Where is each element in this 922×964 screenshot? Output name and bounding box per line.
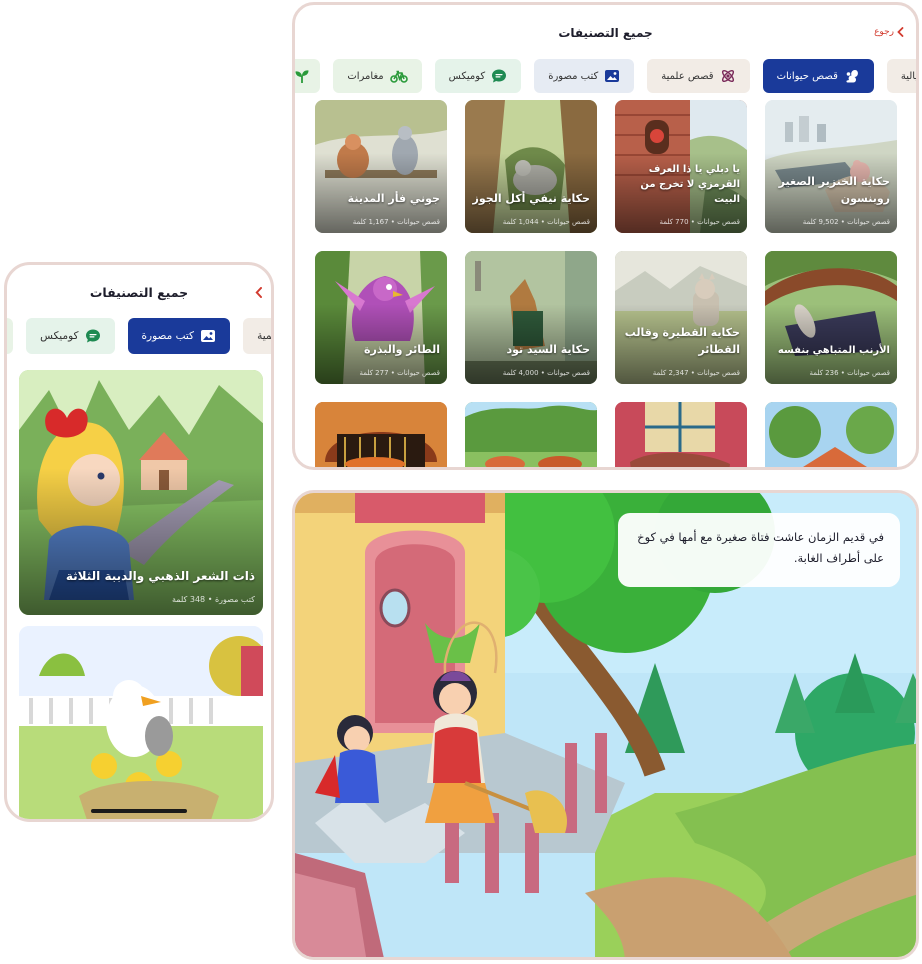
- chip-label: قصص علمية: [661, 70, 714, 82]
- chat-bubble-icon: [85, 328, 101, 344]
- story-list: ذات الشعر الذهبي والدببة الثلاثة كتب مصو…: [19, 370, 263, 819]
- story-cover-image: [19, 626, 263, 819]
- story-meta: قصص حيوانات • 2,347 كلمة: [652, 369, 740, 377]
- home-indicator: [91, 809, 187, 813]
- chip-label: قصص علمية: [257, 330, 272, 342]
- story-cover-image: [315, 402, 447, 467]
- chevron-left-icon: [897, 27, 904, 37]
- chip-comics[interactable]: كوميكس: [434, 59, 522, 93]
- chip-label: قصص حيوانات: [776, 70, 838, 82]
- story-meta: قصص حيوانات • 1,167 كلمة: [352, 218, 440, 226]
- chip-animal-stories[interactable]: قصص حيوانات: [762, 59, 874, 93]
- story-card[interactable]: حكاية نيفي أكل الجوز قصص حيوانات • 1,044…: [465, 100, 597, 233]
- story-card[interactable]: [465, 402, 597, 467]
- story-title: ذات الشعر الذهبي والدببة الثلاثة: [65, 569, 255, 584]
- chip-picture-books[interactable]: كتب مصورة: [534, 59, 635, 93]
- phone-category-screen: جميع التصنيفات قصص علمية كتب مصورة كوميك…: [4, 262, 274, 822]
- story-card[interactable]: يا دبلي يا ذا العرف القرمزي لا تخرج من ا…: [615, 100, 747, 233]
- story-meta: قصص حيوانات • 1,044 كلمة: [502, 218, 590, 226]
- story-card[interactable]: ذات الشعر الذهبي والدببة الثلاثة كتب مصو…: [19, 370, 263, 615]
- back-label: رجوع: [874, 27, 894, 37]
- story-title: يا دبلي يا ذا العرف القرمزي لا تخرج من ا…: [640, 164, 740, 205]
- page-title: جميع التصنيفات: [89, 285, 189, 300]
- page-title: جميع التصنيفات: [558, 26, 653, 40]
- chevron-left-icon: [255, 287, 263, 298]
- story-meta: قصص حيوانات • 4,000 كلمة: [502, 369, 590, 377]
- chip-label: كتب مصورة: [548, 70, 599, 82]
- back-button[interactable]: [255, 287, 263, 298]
- story-card[interactable]: الطائر والبذرة قصص حيوانات • 277 كلمة: [315, 251, 447, 384]
- story-card[interactable]: حكاية الخنزير الصغير روبنسون قصص حيوانات…: [765, 100, 897, 233]
- story-title: الطائر والبذرة: [364, 342, 440, 356]
- phone-header: جميع التصنيفات: [7, 265, 271, 315]
- sprout-icon: [295, 68, 310, 84]
- chip-science-stories[interactable]: قصص علمية: [243, 318, 272, 354]
- story-card[interactable]: [765, 402, 897, 467]
- story-title: حكاية نيفي أكل الجوز: [472, 191, 590, 205]
- bicycle-icon: [389, 69, 408, 83]
- chip-label: كوميكس: [448, 70, 486, 82]
- chip-science-stories[interactable]: قصص علمية: [647, 59, 750, 93]
- story-cover-image: [765, 402, 897, 467]
- story-card[interactable]: [19, 626, 263, 819]
- tablet-header: جميع التصنيفات رجوع: [295, 5, 916, 55]
- tablet-category-screen: جميع التصنيفات رجوع تاريخية خيالية قصص ح…: [292, 2, 919, 470]
- category-chips: تاريخية خيالية قصص حيوانات قصص علمية كتب…: [295, 59, 919, 93]
- story-title: حكاية السيد تود: [506, 342, 590, 356]
- chip-label: كتب مصورة: [141, 330, 195, 342]
- atom-icon: [720, 68, 736, 84]
- story-reader-screen[interactable]: في قديم الزمان عاشت فتاة صغيرة مع أمها ف…: [292, 490, 919, 960]
- story-text-bubble: في قديم الزمان عاشت فتاة صغيرة مع أمها ف…: [618, 513, 900, 587]
- story-title: جوني فأر المدينة: [347, 191, 440, 205]
- picture-icon: [604, 69, 620, 83]
- story-cover-image: [615, 402, 747, 467]
- squirrel-icon: [844, 68, 860, 84]
- chip-label: تاريخية خيالية: [900, 70, 919, 82]
- cover-gradient: [19, 468, 263, 615]
- story-title: حكاية القطيرة وقالب القطائر: [624, 325, 740, 356]
- chip-picture-books[interactable]: كتب مصورة: [127, 318, 231, 354]
- chip-nature[interactable]: [295, 59, 321, 93]
- category-chips: قصص علمية كتب مصورة كوميكس: [7, 318, 272, 354]
- chip-label: مغامرات: [347, 70, 384, 82]
- story-card[interactable]: حكاية القطيرة وقالب القطائر قصص حيوانات …: [615, 251, 747, 384]
- story-text: في قديم الزمان عاشت فتاة صغيرة مع أمها ف…: [637, 530, 884, 565]
- story-cover-image: [465, 402, 597, 467]
- chip-label: كوميكس: [40, 330, 79, 342]
- picture-icon: [200, 329, 216, 343]
- chip-comics[interactable]: كوميكس: [26, 318, 115, 354]
- story-title: الأرنب المتباهي بنفسه: [777, 344, 890, 356]
- story-card[interactable]: [615, 402, 747, 467]
- story-card[interactable]: الأرنب المتباهي بنفسه قصص حيوانات • 236 …: [765, 251, 897, 384]
- back-button[interactable]: رجوع: [874, 27, 904, 37]
- story-meta: قصص حيوانات • 236 كلمة: [809, 369, 890, 377]
- story-meta: قصص حيوانات • 277 كلمة: [359, 369, 440, 377]
- story-meta: كتب مصورة • 348 كلمة: [171, 595, 255, 604]
- story-meta: قصص حيوانات • 9,502 كلمة: [802, 218, 890, 226]
- chip-history-fantasy[interactable]: تاريخية خيالية: [886, 59, 919, 93]
- story-grid: حكاية الخنزير الصغير روبنسون قصص حيوانات…: [315, 100, 897, 467]
- chip-adventures[interactable]: مغامرات: [333, 59, 422, 93]
- story-card[interactable]: حكاية السيد تود قصص حيوانات • 4,000 كلمة: [465, 251, 597, 384]
- story-title: حكاية الخنزير الصغير روبنسون: [778, 174, 890, 205]
- story-meta: قصص حيوانات • 770 كلمة: [659, 218, 740, 226]
- story-card[interactable]: [315, 402, 447, 467]
- story-card[interactable]: جوني فأر المدينة قصص حيوانات • 1,167 كلم…: [315, 100, 447, 233]
- chat-bubble-icon: [491, 68, 507, 84]
- chip-partial[interactable]: [7, 318, 14, 354]
